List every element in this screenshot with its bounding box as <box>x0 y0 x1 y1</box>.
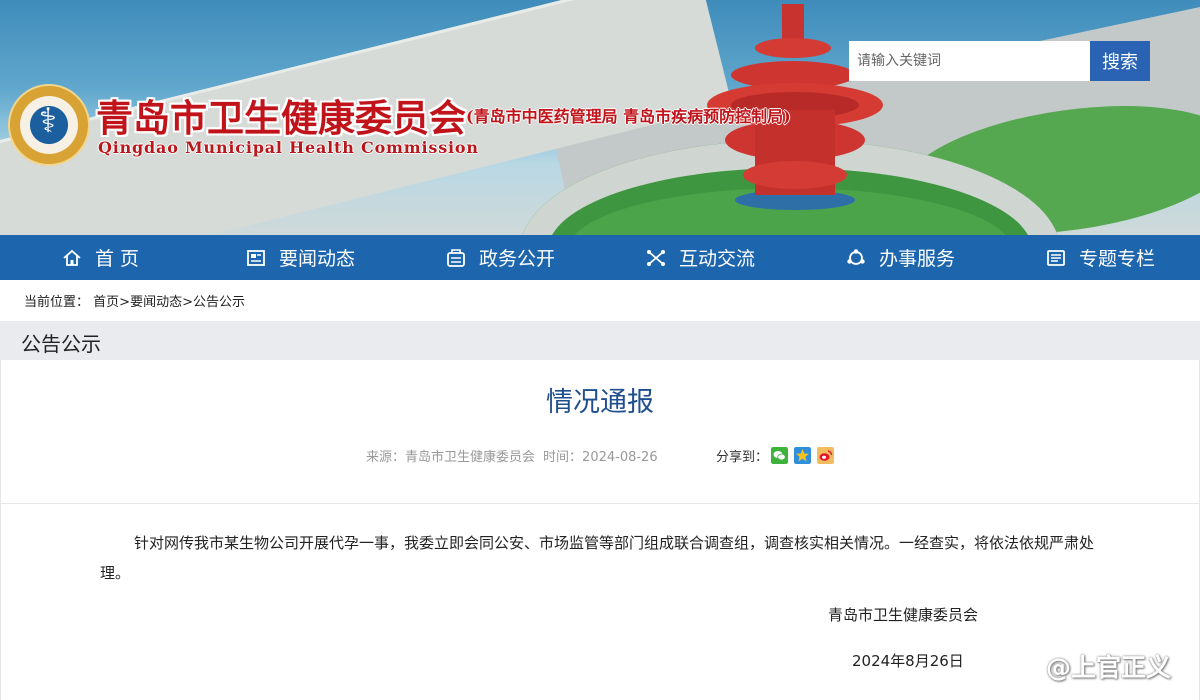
nav-item-topic[interactable]: 专题专栏 <box>1000 235 1200 280</box>
breadcrumb-link-notices[interactable]: 公告公示 <box>193 295 245 310</box>
breadcrumb-link-news[interactable]: 要闻动态 <box>130 295 182 310</box>
watermark-text: @上官正义 <box>1046 653 1172 682</box>
site-title-en: Qingdao Municipal Health Commission <box>98 138 479 157</box>
site-subtitle-cn: (青岛市中医药管理局 青岛市疾病预防控制局) <box>466 107 791 126</box>
share-label: 分享到： <box>716 450 769 465</box>
caduceus-icon: ⚕ <box>38 101 58 141</box>
article-meta: 来源：青岛市卫生健康委员会 时间：2024-08-26 <box>366 446 658 465</box>
section-title: 公告公示 <box>21 332 101 356</box>
nav-item-interaction[interactable]: 互动交流 <box>600 235 800 280</box>
service-icon <box>845 247 867 269</box>
breadcrumb-separator: > <box>119 295 131 310</box>
wechat-icon[interactable] <box>771 447 788 464</box>
article-body: 针对网传我市某生物公司开展代孕一事，我委立即会同公安、市场监管等部门组成联合调查… <box>100 534 1095 582</box>
weibo-watermark-icon <box>1010 657 1040 682</box>
nav-item-news[interactable]: 要闻动态 <box>200 235 400 280</box>
nav-item-label: 专题专栏 <box>1078 248 1155 270</box>
article-divider <box>0 503 1200 504</box>
weibo-icon[interactable] <box>817 447 834 464</box>
breadcrumb-separator: > <box>182 295 193 310</box>
source-label: 来源： <box>366 450 406 465</box>
site-title-cn: 青岛市卫生健康委员会 <box>96 96 466 140</box>
breadcrumb-link-home[interactable]: 首页 <box>93 295 119 310</box>
nav-item-label: 办事服务 <box>878 248 955 270</box>
main-nav: 首 页 要闻动态 政务公开 互动交流 办事服务 专题专栏 <box>0 235 1200 280</box>
breadcrumb-prefix: 当前位置： <box>24 295 90 310</box>
article-date: 2024年8月26日 <box>852 652 964 670</box>
search-button[interactable]: 搜索 <box>1090 41 1150 81</box>
breadcrumb: 当前位置： 首页>要闻动态>公告公示 <box>24 291 245 310</box>
nav-item-label: 互动交流 <box>678 248 755 270</box>
article-source: 青岛市卫生健康委员会 <box>405 450 536 465</box>
qzone-icon[interactable] <box>794 447 811 464</box>
home-icon <box>61 247 83 269</box>
article-title: 情况通报 <box>546 387 654 418</box>
article-time: 2024-08-26 <box>582 450 658 465</box>
nav-item-label: 政务公开 <box>478 248 555 270</box>
interaction-icon <box>645 247 667 269</box>
header-banner: ⚕ 青岛市卫生健康委员会 (青岛市中医药管理局 青岛市疾病预防控制局) Qing… <box>0 0 1200 235</box>
search-input[interactable] <box>849 41 1090 81</box>
topic-icon <box>1045 247 1067 269</box>
nav-item-service[interactable]: 办事服务 <box>800 235 1000 280</box>
government-icon <box>445 247 467 269</box>
weibo-watermark: @上官正义 <box>1010 648 1171 684</box>
nav-item-label: 首 页 <box>94 248 140 270</box>
nav-item-home[interactable]: 首 页 <box>0 235 200 280</box>
time-label: 时间： <box>543 450 583 465</box>
nav-item-government[interactable]: 政务公开 <box>400 235 600 280</box>
news-icon <box>245 247 267 269</box>
nav-item-label: 要闻动态 <box>278 248 355 270</box>
article-signature: 青岛市卫生健康委员会 <box>828 606 979 624</box>
section-header-bar <box>0 321 1200 360</box>
